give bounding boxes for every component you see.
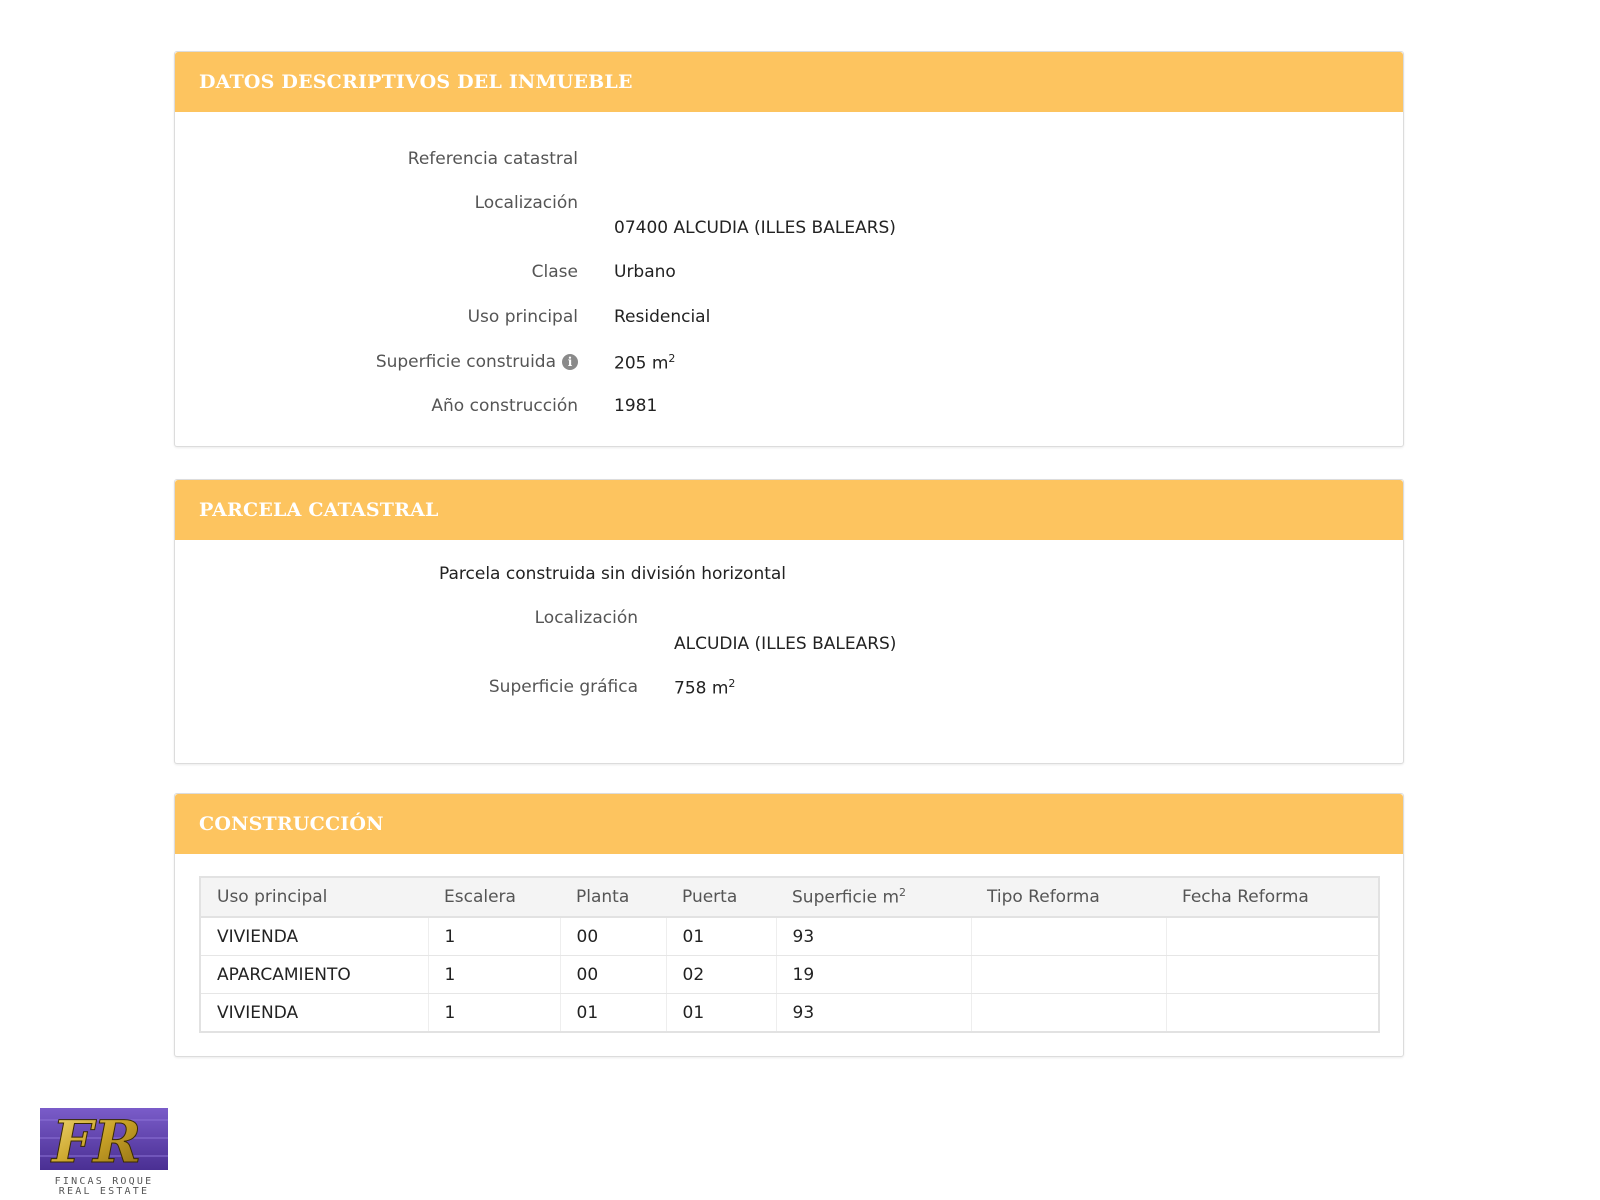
table-cell [1166, 955, 1379, 994]
construccion-table: Uso principal Escalera Planta Puerta Sup… [199, 876, 1380, 1033]
table-cell [971, 993, 1167, 1033]
table-cell [971, 955, 1167, 994]
table-cell: 01 [666, 993, 777, 1033]
column-header: Puerta [666, 877, 776, 918]
table-cell: 00 [560, 917, 667, 956]
info-icon[interactable]: i [562, 354, 578, 370]
logo-initials: FR [50, 1108, 141, 1176]
table-cell: 1 [428, 993, 561, 1033]
logo-line2: REAL ESTATE [59, 1186, 149, 1194]
column-header: Planta [560, 877, 666, 918]
table-row: VIVIENDA 1 01 01 93 [200, 993, 1379, 1033]
parcela-subtitle: Parcela construida sin división horizont… [439, 564, 787, 584]
superficie-construida-value: 205 m2 [614, 352, 675, 374]
localizacion-label: Localización [474, 193, 578, 213]
superficie-header-text: Superficie m [792, 887, 900, 908]
superficie-construida-label: Superficie construida i [376, 352, 578, 372]
uso-principal-value: Residencial [614, 307, 711, 327]
localizacion-value: ALCUDIA (ILLES BALEARS) [674, 634, 897, 654]
table-cell: 1 [428, 917, 561, 956]
table-cell [1166, 917, 1379, 956]
superficie-construida-number: 205 m [614, 353, 669, 374]
anio-construccion-value: 1981 [614, 396, 658, 416]
table-cell: VIVIENDA [200, 993, 429, 1033]
table-cell: 02 [666, 955, 777, 994]
superficie-grafica-label: Superficie gráfica [488, 677, 638, 697]
table-cell [1166, 993, 1379, 1033]
logo-graphic: FR FINCAS ROQUE REAL ESTATE [40, 1108, 168, 1197]
table-cell: 00 [560, 955, 667, 994]
clase-value: Urbano [614, 262, 676, 282]
fincas-roque-logo: FR FINCAS ROQUE REAL ESTATE [38, 1098, 172, 1197]
superscript: 2 [668, 352, 676, 365]
table-cell: 19 [776, 955, 972, 994]
localizacion-label: Localización [534, 608, 638, 628]
anio-construccion-label: Año construcción [431, 396, 578, 416]
table-cell: 01 [666, 917, 777, 956]
panel-header: CONSTRUCCIÓN [175, 794, 1403, 854]
superscript: 2 [899, 886, 907, 900]
panel-parcela-catastral: PARCELA CATASTRAL Parcela construida sin… [174, 479, 1404, 764]
table-row: APARCAMIENTO 1 00 02 19 [200, 955, 1379, 994]
table-cell: 1 [428, 955, 561, 994]
superscript: 2 [728, 677, 736, 690]
table-header-row: Uso principal Escalera Planta Puerta Sup… [200, 877, 1379, 918]
table-cell [971, 917, 1167, 956]
panel-construccion: CONSTRUCCIÓN Uso principal Escalera Plan… [174, 793, 1404, 1057]
table-cell: APARCAMIENTO [200, 955, 429, 994]
uso-principal-label: Uso principal [467, 307, 578, 327]
panel-header: PARCELA CATASTRAL [175, 480, 1403, 540]
column-header: Escalera [428, 877, 560, 918]
superficie-construida-text: Superficie construida [375, 352, 556, 372]
superficie-grafica-number: 758 m [674, 678, 729, 699]
localizacion-value: 07400 ALCUDIA (ILLES BALEARS) [614, 218, 896, 238]
column-header: Fecha Reforma [1166, 877, 1379, 918]
panel-header: DATOS DESCRIPTIVOS DEL INMUEBLE [175, 52, 1403, 112]
table-cell: 01 [560, 993, 667, 1033]
table-cell: 93 [776, 993, 972, 1033]
clase-label: Clase [531, 262, 578, 282]
table-cell: 93 [776, 917, 972, 956]
column-header: Tipo Reforma [971, 877, 1166, 918]
table-cell: VIVIENDA [200, 917, 429, 956]
table-row: VIVIENDA 1 00 01 93 [200, 917, 1379, 956]
superficie-grafica-value: 758 m2 [674, 677, 735, 699]
column-header: Superficie m2 [776, 877, 971, 918]
column-header: Uso principal [200, 877, 428, 918]
referencia-catastral-label: Referencia catastral [407, 149, 578, 169]
panel-datos-descriptivos: DATOS DESCRIPTIVOS DEL INMUEBLE Referenc… [174, 51, 1404, 447]
